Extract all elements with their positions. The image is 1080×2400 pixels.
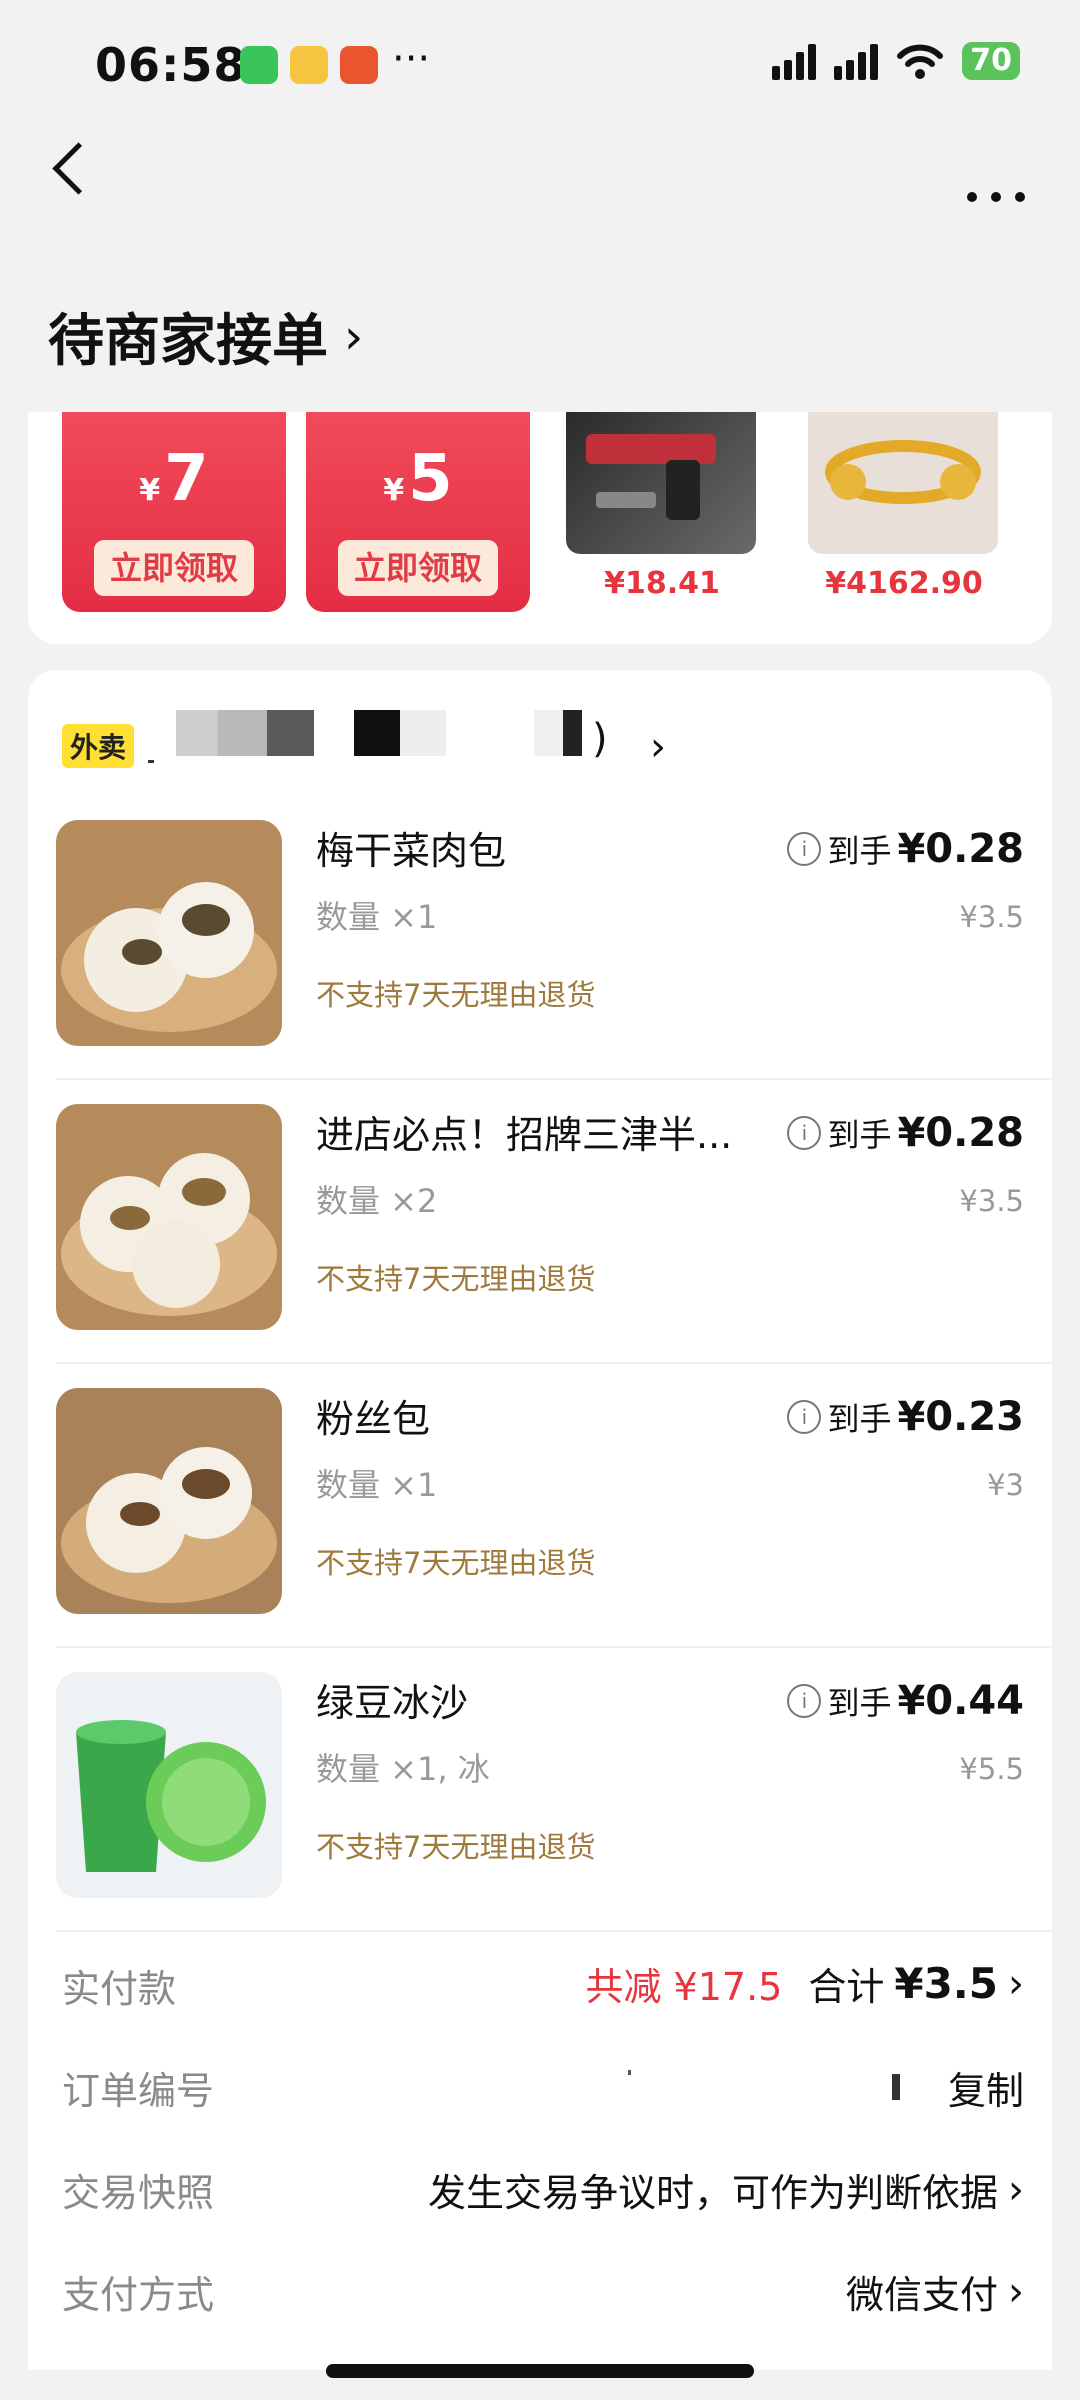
item-quantity: 数量 ×1 xyxy=(316,898,438,936)
store-chevron-icon[interactable]: › xyxy=(650,724,666,770)
claim-coupon-button[interactable]: 立即领取 xyxy=(338,540,498,596)
item-original-price: ¥3.5 xyxy=(959,1184,1024,1218)
order-number-label: 订单编号 xyxy=(62,2069,215,2113)
item-return-note: 不支持7天无理由退货 xyxy=(316,1546,596,1580)
more-options-icon[interactable] xyxy=(967,192,1025,202)
order-number-redacted xyxy=(892,2074,900,2100)
item-image-bun[interactable] xyxy=(56,1104,282,1330)
store-name-redacted xyxy=(148,760,154,763)
snapshot-value: 发生交易争议时，可作为判断依据 xyxy=(427,2171,998,2215)
paid-amount-row[interactable]: 共减 ¥17.5 合计 ¥3.5 › xyxy=(585,1956,1024,2011)
order-number-redacted xyxy=(628,2070,631,2075)
item-final-price: i 到手 ¥0.28 xyxy=(787,826,1024,872)
item-name: 粉丝包 xyxy=(316,1397,431,1441)
order-status-title[interactable]: 待商家接单 › xyxy=(48,296,363,377)
item-quantity: 数量 ×1 xyxy=(316,1466,438,1504)
store-name-redacted xyxy=(176,710,314,756)
discount-total: 共减 ¥17.5 xyxy=(585,1965,783,2009)
item-final-price: i 到手 ¥0.44 xyxy=(787,1678,1024,1724)
order-status-text: 待商家接单 xyxy=(48,309,328,374)
info-icon[interactable]: i xyxy=(787,1116,822,1150)
store-name-suffix: ) xyxy=(592,716,608,762)
back-icon[interactable] xyxy=(52,142,105,195)
wechat-icon xyxy=(240,46,278,84)
copy-order-button[interactable]: 复制 xyxy=(948,2060,1024,2115)
item-quantity: 数量 ×2 xyxy=(316,1182,438,1220)
item-image-drink[interactable] xyxy=(56,1672,282,1898)
payment-method-row[interactable]: 微信支付 › xyxy=(846,2264,1024,2319)
store-name-redacted xyxy=(354,710,446,756)
info-icon[interactable]: i xyxy=(787,832,822,866)
store-name-redacted xyxy=(534,710,582,756)
item-original-price: ¥3.5 xyxy=(959,900,1024,934)
info-icon[interactable]: i xyxy=(787,1684,822,1718)
takeout-tag: 外卖 xyxy=(62,724,135,768)
paid-amount-label: 实付款 xyxy=(62,1967,177,2011)
recommend-price: ¥18.41 xyxy=(604,566,720,601)
taobao-icon xyxy=(340,46,378,84)
item-original-price: ¥5.5 xyxy=(959,1752,1024,1786)
chevron-right-icon: › xyxy=(1008,2268,1024,2315)
claim-coupon-button[interactable]: 立即领取 xyxy=(94,540,254,596)
item-original-price: ¥3 xyxy=(987,1468,1024,1502)
payment-method-label: 支付方式 xyxy=(62,2273,215,2317)
total-amount: ¥3.5 xyxy=(894,1959,998,2008)
status-time: 06:58 xyxy=(95,38,247,92)
item-final-price: i 到手 ¥0.28 xyxy=(787,1110,1024,1156)
item-image-bun[interactable] xyxy=(56,1388,282,1614)
chevron-right-icon: › xyxy=(344,308,364,365)
copy-label: 复制 xyxy=(947,2069,1024,2113)
item-name: 进店必点！招牌三津半... xyxy=(316,1113,733,1157)
home-indicator[interactable] xyxy=(326,2364,754,2378)
battery-level: 70 xyxy=(970,43,1012,78)
item-name: 绿豆冰沙 xyxy=(316,1681,469,1725)
weibo-icon xyxy=(290,46,328,84)
item-return-note: 不支持7天无理由退货 xyxy=(316,1830,596,1864)
item-divider xyxy=(56,1362,1052,1364)
info-icon[interactable]: i xyxy=(787,1400,822,1434)
item-divider xyxy=(56,1930,1052,1932)
wifi-icon xyxy=(897,44,944,79)
snapshot-label: 交易快照 xyxy=(62,2171,215,2215)
signal-icon-2 xyxy=(834,42,879,80)
battery-indicator: 70 xyxy=(962,42,1020,80)
item-divider xyxy=(56,1646,1052,1648)
signal-icon xyxy=(772,42,817,80)
item-return-note: 不支持7天无理由退货 xyxy=(316,978,596,1012)
coupon-amount: ¥7 xyxy=(139,442,209,516)
more-notifications-icon: ··· xyxy=(392,36,431,82)
gold-bangle-image[interactable] xyxy=(808,412,998,554)
item-divider xyxy=(56,1078,1052,1080)
item-quantity: 数量 ×1, 冰 xyxy=(316,1750,490,1788)
total-label: 合计 xyxy=(808,1965,885,2009)
chevron-right-icon: › xyxy=(1008,2166,1024,2213)
recommend-price: ¥4162.90 xyxy=(825,566,983,601)
snapshot-row[interactable]: 发生交易争议时，可作为判断依据 › xyxy=(428,2162,1024,2217)
chevron-right-icon: › xyxy=(1008,1960,1024,2007)
coupon-card[interactable]: ¥5 立即领取 xyxy=(306,412,530,612)
item-return-note: 不支持7天无理由退货 xyxy=(316,1262,596,1296)
item-name: 梅干菜肉包 xyxy=(316,829,507,873)
item-image-bun[interactable] xyxy=(56,820,282,1046)
toy-gun-image[interactable] xyxy=(566,412,756,554)
payment-method-value: 微信支付 xyxy=(845,2273,998,2317)
coupon-card[interactable]: ¥7 立即领取 xyxy=(62,412,286,612)
item-final-price: i 到手 ¥0.23 xyxy=(787,1394,1024,1440)
status-indicators: 70 xyxy=(772,42,1020,80)
coupon-amount: ¥5 xyxy=(383,442,453,516)
